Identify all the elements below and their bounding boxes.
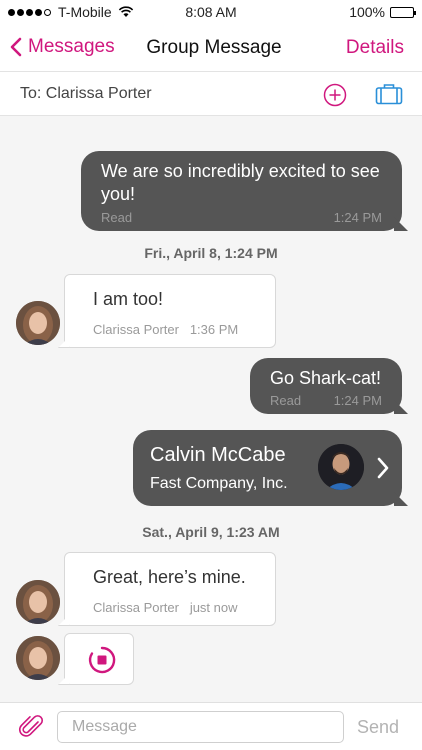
message-input[interactable] — [57, 711, 344, 743]
briefcase-icon[interactable] — [375, 83, 403, 105]
battery-status: 100% — [349, 4, 416, 20]
outgoing-message[interactable]: We are so incredibly excited to see you!… — [81, 151, 402, 231]
battery-percent: 100% — [349, 4, 385, 20]
navigation-bar: Messages Group Message Details — [0, 24, 422, 72]
message-text: Great, here’s mine. — [93, 567, 246, 587]
message-time: 1:24 PM — [333, 210, 382, 225]
send-button[interactable]: Send — [357, 717, 399, 738]
message-meta: Read 1:24 PM — [101, 210, 382, 225]
person-avatar-image — [16, 301, 60, 345]
back-button[interactable]: Messages — [10, 36, 115, 58]
stop-upload-icon[interactable] — [87, 645, 117, 675]
message-meta: Clarissa Porter 1:36 PM — [93, 322, 275, 337]
chevron-left-icon — [10, 37, 22, 57]
message-text: Go Shark-cat! — [270, 368, 382, 388]
message-meta: Read 1:24 PM — [270, 393, 382, 408]
message-text: I am too! — [93, 289, 164, 309]
recipients-bar: To: Clarissa Porter — [0, 72, 422, 116]
outgoing-message[interactable]: Go Shark-cat! Read 1:24 PM — [250, 358, 402, 414]
contact-company: Fast Company, Inc. — [150, 475, 288, 492]
paperclip-icon[interactable] — [18, 713, 46, 741]
message-sender: Clarissa Porter — [93, 322, 179, 337]
read-receipt: Read — [101, 210, 133, 225]
date-separator: Sat., April 9, 1:23 AM — [142, 524, 280, 540]
avatar[interactable] — [16, 301, 60, 345]
incoming-loading-message[interactable] — [64, 633, 134, 685]
person-avatar-image — [318, 444, 364, 490]
add-recipient-icon[interactable] — [323, 83, 347, 107]
status-bar: T-Mobile 8:08 AM 100% — [0, 0, 422, 24]
incoming-message[interactable]: I am too! Clarissa Porter 1:36 PM — [64, 274, 276, 348]
person-avatar-image — [16, 580, 60, 624]
avatar[interactable] — [16, 636, 60, 680]
details-button[interactable]: Details — [346, 37, 404, 59]
message-meta: Clarissa Porter just now — [93, 600, 275, 615]
message-time: 1:36 PM — [189, 322, 239, 337]
incoming-message[interactable]: Great, here’s mine. Clarissa Porter just… — [64, 552, 276, 626]
read-receipt: Read — [270, 393, 302, 408]
avatar[interactable] — [16, 580, 60, 624]
date-separator: Fri., April 8, 1:24 PM — [144, 245, 278, 261]
back-button-label: Messages — [28, 36, 115, 57]
message-sender: Clarissa Porter — [93, 600, 179, 615]
message-composer: Send — [0, 702, 422, 750]
contact-avatar — [318, 444, 364, 490]
message-time: just now — [189, 600, 238, 615]
contact-card-message[interactable]: Calvin McCabe Fast Company, Inc. — [133, 430, 402, 506]
message-text: We are so incredibly excited to see you! — [101, 161, 380, 204]
person-avatar-image — [16, 636, 60, 680]
recipients-field[interactable]: To: Clarissa Porter — [20, 85, 152, 103]
battery-icon — [390, 6, 416, 18]
chevron-right-icon — [377, 457, 389, 479]
message-time: 1:24 PM — [333, 393, 382, 408]
contact-name: Calvin McCabe — [150, 444, 286, 466]
